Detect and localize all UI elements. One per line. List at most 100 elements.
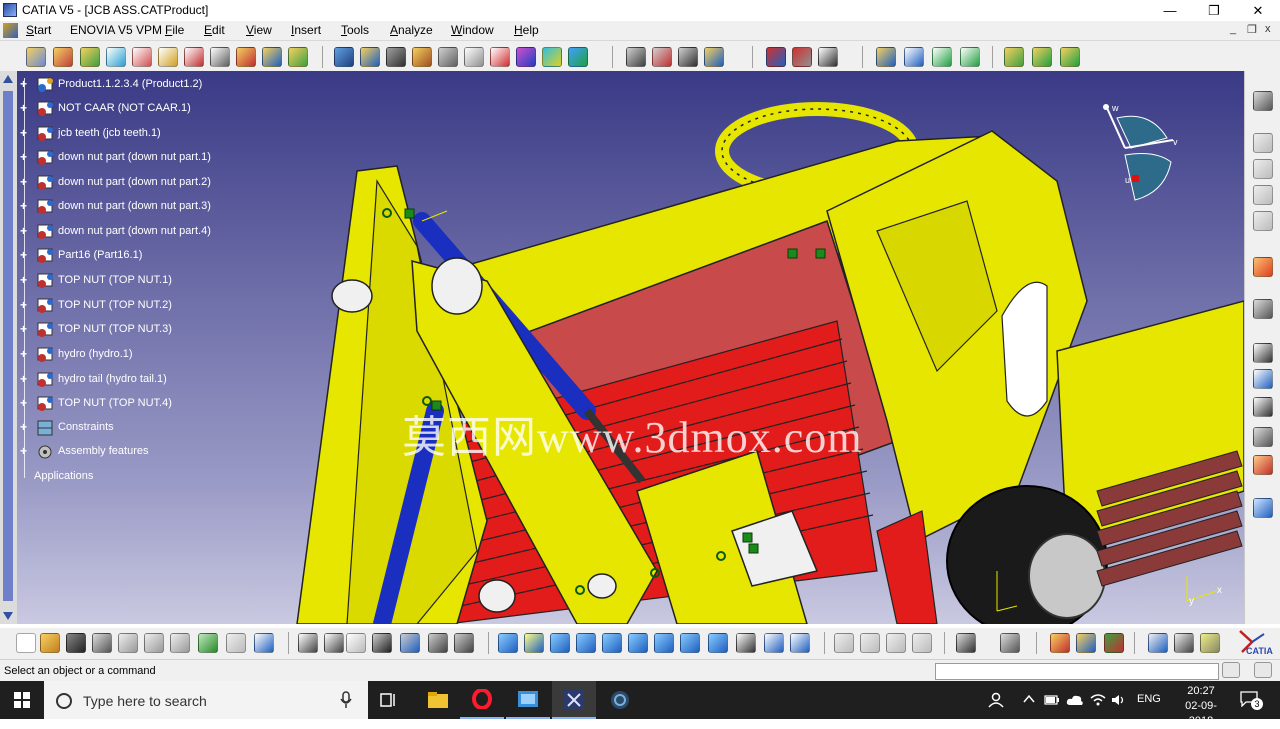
hide-show-icon[interactable] [764, 633, 784, 653]
volume-icon[interactable] [1111, 693, 1127, 707]
select-arrow-icon[interactable] [1253, 257, 1273, 277]
expand-icon[interactable]: + [20, 373, 29, 385]
existing-component-icon[interactable] [132, 47, 152, 67]
replace-component-icon[interactable] [158, 47, 178, 67]
update-icon[interactable] [454, 633, 474, 653]
menu-enovia[interactable]: ENOVIA V5 VPM [70, 23, 162, 37]
doc-close-button[interactable]: x [1265, 23, 1271, 35]
weld-icon[interactable] [1253, 397, 1273, 417]
scroll-up-icon[interactable] [3, 75, 13, 83]
manage-representations-icon[interactable] [262, 47, 282, 67]
zoom-out-icon[interactable] [628, 633, 648, 653]
catia-taskbar-button[interactable] [552, 681, 596, 719]
expand-icon[interactable]: + [20, 421, 29, 433]
menu-file[interactable]: File [165, 23, 184, 37]
cloud-icon[interactable] [1066, 693, 1084, 707]
pocket-icon[interactable] [818, 47, 838, 67]
environment-icon[interactable] [1076, 633, 1096, 653]
snap-icon[interactable] [360, 47, 380, 67]
dimension-icon[interactable] [1148, 633, 1168, 653]
print-icon[interactable] [92, 633, 112, 653]
expand-icon[interactable]: + [20, 323, 29, 335]
expand-icon[interactable]: + [20, 274, 29, 286]
fix-component-icon[interactable] [542, 47, 562, 67]
paste-icon[interactable] [170, 633, 190, 653]
catia-app-icon[interactable] [3, 3, 17, 17]
rotate-icon[interactable] [576, 633, 596, 653]
publication-icon[interactable] [1253, 427, 1273, 447]
explode-icon[interactable] [386, 47, 406, 67]
measure-between-icon[interactable] [834, 633, 854, 653]
expand-icon[interactable]: + [20, 397, 29, 409]
start-workbench-icon[interactable] [3, 23, 18, 38]
multi-instantiation-icon[interactable] [288, 47, 308, 67]
split-icon[interactable] [766, 47, 786, 67]
doc-restore-button[interactable]: ❐ [1247, 23, 1257, 36]
hole-icon[interactable] [792, 47, 812, 67]
scroll-down-icon[interactable] [3, 612, 13, 620]
doc-minimize-button[interactable]: _ [1230, 23, 1236, 35]
video-icon[interactable] [1000, 633, 1020, 653]
menu-view[interactable]: View [246, 23, 272, 37]
view-icon[interactable] [1253, 159, 1273, 179]
zoom-in-icon[interactable] [602, 633, 622, 653]
multi-view-icon[interactable] [680, 633, 700, 653]
product-structure-icon[interactable] [26, 47, 46, 67]
redo-icon[interactable] [226, 633, 246, 653]
enhanced-scene-icon[interactable] [1032, 47, 1052, 67]
maximize-button[interactable]: ❐ [1192, 0, 1236, 21]
new-component-icon[interactable] [53, 47, 73, 67]
new-file-icon[interactable] [16, 633, 36, 653]
apply-material-icon[interactable] [912, 633, 932, 653]
measure-inertia-icon[interactable] [886, 633, 906, 653]
image-viewer-taskbar-button[interactable] [506, 681, 550, 719]
measure-icon[interactable] [1253, 299, 1273, 319]
new-part-icon[interactable] [106, 47, 126, 67]
menu-start[interactable]: Start [26, 23, 51, 37]
scene-view-icon[interactable] [1253, 498, 1273, 518]
comment-icon[interactable] [324, 633, 344, 653]
render-icon[interactable] [1050, 633, 1070, 653]
microphone-icon[interactable] [340, 691, 352, 709]
command-input[interactable] [935, 663, 1219, 680]
task-view-icon[interactable] [380, 692, 398, 708]
compass-icon[interactable]: w v u [1095, 100, 1185, 210]
clock[interactable]: 20:27 02-09-2018 [1176, 684, 1226, 729]
clash-icon[interactable] [876, 47, 896, 67]
windows-start-icon[interactable] [14, 692, 30, 708]
measure-item-icon[interactable] [860, 633, 880, 653]
expand-icon[interactable]: + [20, 127, 29, 139]
menu-insert[interactable]: Insert [291, 23, 321, 37]
offset-constraint-icon[interactable] [490, 47, 510, 67]
open-folder-icon[interactable] [40, 633, 60, 653]
table-icon[interactable] [372, 633, 392, 653]
new-product-icon[interactable] [80, 47, 100, 67]
flag-note-icon[interactable] [1253, 343, 1273, 363]
action-center-button[interactable]: 3 [1240, 691, 1263, 710]
undo-icon[interactable] [198, 633, 218, 653]
catalog-icon[interactable] [1253, 455, 1273, 475]
layer-icon[interactable] [1253, 185, 1273, 205]
distance-analysis-icon[interactable] [932, 47, 952, 67]
formula-icon[interactable] [298, 633, 318, 653]
fly-mode-icon[interactable] [498, 633, 518, 653]
expand-icon[interactable]: + [20, 249, 29, 261]
menu-window[interactable]: Window [451, 23, 494, 37]
apply-scene-icon[interactable] [1060, 47, 1080, 67]
constraint-icon[interactable] [1253, 91, 1273, 111]
stop-manipulate-on-clash-icon[interactable] [412, 47, 432, 67]
expand-icon[interactable]: + [20, 200, 29, 212]
fit-all-icon[interactable] [524, 633, 544, 653]
app-taskbar-button[interactable] [598, 681, 642, 719]
expand-icon[interactable]: + [20, 151, 29, 163]
expand-icon[interactable]: + [20, 225, 29, 237]
expand-icon[interactable]: + [20, 445, 29, 457]
menu-edit[interactable]: Edit [204, 23, 225, 37]
swap-visible-space-icon[interactable] [790, 633, 810, 653]
wifi-icon[interactable] [1090, 693, 1106, 707]
material-library-icon[interactable] [1104, 633, 1124, 653]
expand-icon[interactable]: + [20, 102, 29, 114]
quick-constraint-icon[interactable] [626, 47, 646, 67]
opera-taskbar-button[interactable] [460, 681, 504, 719]
normal-view-icon[interactable] [654, 633, 674, 653]
